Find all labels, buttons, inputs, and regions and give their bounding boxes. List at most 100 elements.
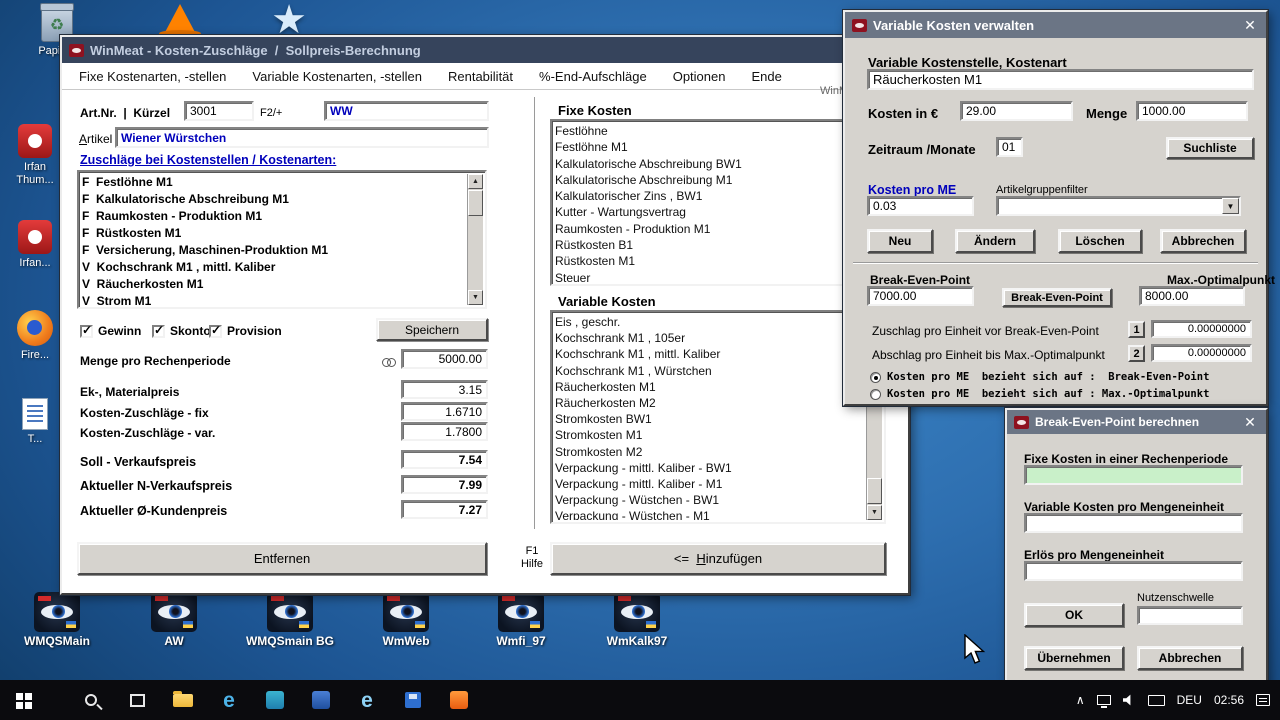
variable-kosten-list-item[interactable]: Stromkosten M1 [555,427,866,443]
zuschlaege-scrollbar[interactable] [467,174,483,305]
scroll-thumb[interactable] [468,190,483,216]
radio-icon[interactable] [870,389,881,400]
artikel-input[interactable]: Wiener Würstchen [115,127,489,148]
checkbox-icon[interactable] [152,325,165,338]
close-icon[interactable]: ✕ [1241,18,1259,32]
notification-center-icon[interactable] [1256,694,1270,706]
network-icon[interactable] [1097,695,1111,705]
desktop-icon-text-editor[interactable]: T... [4,398,66,446]
variable-kosten-list-item[interactable]: Verpackung - Wüstchen - BW1 [555,492,866,508]
menu-item[interactable]: %-End-Aufschläge [526,69,660,84]
entfernen-button[interactable]: Entfernen [77,542,487,575]
chevron-down-icon[interactable] [1222,198,1239,214]
variable-kosten-list-item[interactable]: Kochschrank M1 , Würstchen [555,363,866,379]
zuschlaege-list-item[interactable]: V Strom M1 [82,293,467,305]
desktop-icon-wmkalk97[interactable]: WmKalk97 [592,592,682,648]
language-indicator[interactable]: DEU [1177,693,1202,707]
zuschlaege-list-item[interactable]: F Versicherung, Maschinen-Produktion M1 [82,242,467,259]
taskbar-search-button[interactable] [68,680,114,720]
uebernehmen-button[interactable]: Übernehmen [1024,646,1124,670]
radio-bezug-max-optimal[interactable]: Kosten pro ME bezieht sich auf : Max.-Op… [870,388,1209,400]
menu-item[interactable]: Ende [738,69,794,84]
zuschlaege-list-item[interactable]: F Kalkulatorische Abschreibung M1 [82,191,467,208]
zuschlag-input[interactable]: 0.00000000 [1151,320,1252,338]
variable-kosten-list-item[interactable]: Stromkosten BW1 [555,411,866,427]
artikel-label[interactable]: Artikel [79,132,112,146]
fixe-kosten-list-item[interactable]: Steuer [555,270,866,282]
checkbox-icon[interactable] [80,325,93,338]
desktop-icon-wmqsmain-bg[interactable]: WMQSmain BG [245,592,335,648]
scroll-down-icon[interactable] [867,505,882,520]
suchliste-button[interactable]: Suchliste [1166,137,1254,159]
kosten-input[interactable]: 29.00 [960,101,1073,121]
zuschlaege-list-item[interactable]: F Raumkosten - Produktion M1 [82,208,467,225]
kostenstelle-input[interactable]: Räucherkosten M1 [867,69,1254,90]
radio-selected-icon[interactable] [870,372,881,383]
variable-kosten-list-item[interactable]: Kochschrank M1 , 105er [555,330,866,346]
max-optimalpunkt-input[interactable]: 8000.00 [1139,286,1245,306]
desktop-icon-aw[interactable]: AW [129,592,219,648]
fixe-kosten-list-item[interactable]: Kalkulatorische Abschreibung M1 [555,172,866,188]
desktop-icon-wmqsmain[interactable]: WMQSMain [12,592,102,648]
radio-bezug-break-even[interactable]: Kosten pro ME bezieht sich auf : Break-E… [870,371,1209,383]
variable-kosten-list-item[interactable]: Kochschrank M1 , mittl. Kaliber [555,346,866,362]
speichern-button[interactable]: Speichern [376,318,488,341]
break-even-point-button[interactable]: Break-Even-Point [1002,288,1112,307]
abbrechen-button[interactable]: Abbrechen [1137,646,1243,670]
abschlag-input[interactable]: 0.00000000 [1151,344,1252,362]
variable-kosten-list-item[interactable]: Räucherkosten M2 [555,395,866,411]
app-teal-button[interactable] [252,680,298,720]
zuschlaege-list-item[interactable]: F Rüstkosten M1 [82,225,467,242]
abschlag-num-button[interactable]: 2 [1128,345,1145,362]
menge-input[interactable]: 1000.00 [1136,101,1248,121]
variable-kosten-me-input[interactable] [1024,513,1243,533]
checkbox-icon[interactable] [209,325,222,338]
artnr-input[interactable]: 3001 [184,101,254,121]
fixe-kosten-periode-input[interactable] [1024,465,1243,485]
menu-item[interactable]: Variable Kostenarten, -stellen [239,69,435,84]
close-icon[interactable]: ✕ [1241,415,1259,429]
artikelgruppenfilter-combobox[interactable] [996,196,1241,216]
fixe-kosten-list-item[interactable]: Kutter - Wartungsvertrag [555,204,866,220]
zuschlaege-list-item[interactable]: V Räucherkosten M1 [82,276,467,293]
variable-kosten-list-item[interactable]: Verpackung - mittl. Kaliber - BW1 [555,460,866,476]
zuschlaege-list-item[interactable]: F Festlöhne M1 [82,174,467,191]
desktop-icon-vlc[interactable] [146,4,214,36]
variable-kosten-list-item[interactable]: Verpackung - mittl. Kaliber - M1 [555,476,866,492]
dialog-title-bar[interactable]: Break-Even-Point berechnen ✕ [1007,410,1266,434]
scroll-up-icon[interactable] [468,174,483,189]
internet-explorer-button[interactable]: e [344,680,390,720]
fixe-kosten-list-item[interactable]: Festlöhne [555,123,866,139]
fixe-kosten-list-item[interactable]: Kalkulatorischer Zins , BW1 [555,188,866,204]
kuerzel-input[interactable]: WW [324,101,489,121]
provision-checkbox[interactable]: Provision [209,324,282,338]
fixe-kosten-list-item[interactable]: Rüstkosten M1 [555,253,866,269]
main-title-bar[interactable]: WinMeat - Kosten-Zuschläge / Sollpreis-B… [62,37,908,63]
fixe-kosten-list-item[interactable]: Festlöhne M1 [555,139,866,155]
aendern-button[interactable]: Ändern [955,229,1035,253]
abbrechen-button[interactable]: Abbrechen [1160,229,1246,253]
variable-kosten-list-item[interactable]: Eis , geschr. [555,314,866,330]
menu-item[interactable]: Optionen [660,69,739,84]
menge-input[interactable]: 5000.00 [401,349,488,369]
variable-kosten-list-item[interactable]: Stromkosten M2 [555,444,866,460]
nutzenschwelle-input[interactable] [1137,606,1243,625]
fixe-kosten-list-item[interactable]: Raumkosten - Produktion M1 [555,221,866,237]
zuschlaege-list-item[interactable]: V Kochschrank M1 , mittl. Kaliber [82,259,467,276]
desktop-icon-star-app[interactable]: ★ [255,0,323,40]
skonto-checkbox[interactable]: Skonto [152,324,211,338]
desktop-icon-firefox[interactable]: Fire... [4,310,66,362]
variable-kosten-list-item[interactable]: Verpackung - Wüstchen - M1 [555,508,866,520]
touch-keyboard-icon[interactable] [1148,695,1165,706]
fixe-kosten-list-item[interactable]: Rüstkosten B1 [555,237,866,253]
file-explorer-button[interactable] [160,680,206,720]
desktop-icon-wmfi97[interactable]: Wmfi_97 [476,592,566,648]
break-even-point-input[interactable]: 7000.00 [867,286,974,306]
desktop-icon-irfan-thumbnails[interactable]: Irfan Thum... [4,124,66,187]
erloes-me-input[interactable] [1024,561,1243,581]
scroll-down-icon[interactable] [468,290,483,305]
kosten-pro-me-input[interactable]: 0.03 [867,196,974,216]
dialog-title-bar[interactable]: Variable Kosten verwalten ✕ [845,12,1266,38]
task-view-button[interactable] [114,680,160,720]
menu-item[interactable]: Rentabilität [435,69,526,84]
